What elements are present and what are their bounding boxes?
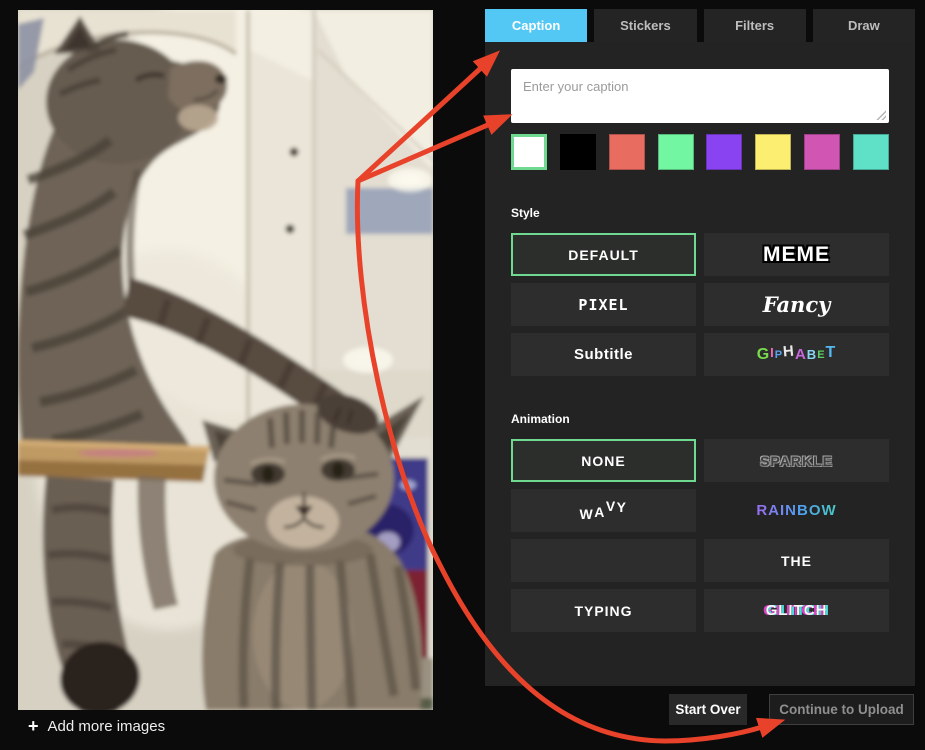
animation-option-glitch[interactable]: GLITCH	[704, 589, 889, 632]
color-swatch-5[interactable]	[755, 134, 791, 170]
tab-caption[interactable]: Caption	[485, 9, 587, 42]
color-swatch-6[interactable]	[804, 134, 840, 170]
style-option-subtitle[interactable]: Subtitle	[511, 333, 696, 376]
animation-option-sparkle[interactable]: SPARKLE	[704, 439, 889, 482]
tab-stickers[interactable]: Stickers	[594, 9, 696, 42]
color-swatch-0[interactable]	[511, 134, 547, 170]
start-over-button[interactable]: Start Over	[669, 694, 747, 725]
continue-to-upload-button[interactable]: Continue to Upload	[769, 694, 914, 725]
tab-filters[interactable]: Filters	[704, 9, 806, 42]
style-section-label: Style	[511, 206, 889, 220]
animation-section-label: Animation	[511, 412, 889, 426]
style-option-giphabet[interactable]: GIPHABET	[704, 333, 889, 376]
style-option-default[interactable]: DEFAULT	[511, 233, 696, 276]
gif-preview-image	[18, 10, 433, 710]
style-option-fancy[interactable]: Fancy	[704, 283, 889, 326]
caption-input-wrap	[511, 69, 889, 123]
animation-option-rainbow[interactable]: RAINBOW	[704, 489, 889, 532]
animation-options-grid: NONESPARKLEWAVYRAINBOW THETYPINGGLITCH	[511, 439, 889, 632]
animation-option-none[interactable]: NONE	[511, 439, 696, 482]
tab-draw[interactable]: Draw	[813, 9, 915, 42]
style-option-pixel[interactable]: PIXEL	[511, 283, 696, 326]
animation-option-typing[interactable]: TYPING	[511, 589, 696, 632]
color-swatch-2[interactable]	[609, 134, 645, 170]
caption-panel: Style DEFAULTMEMEPIXELFancySubtitleGIPHA…	[485, 42, 915, 686]
editor-tabs: CaptionStickersFiltersDraw	[485, 9, 915, 42]
color-swatch-7[interactable]	[853, 134, 889, 170]
color-swatch-4[interactable]	[706, 134, 742, 170]
add-more-images-label: Add more images	[48, 718, 166, 735]
plus-icon: +	[28, 717, 39, 735]
color-swatch-3[interactable]	[658, 134, 694, 170]
caption-input[interactable]	[511, 69, 889, 123]
animation-option-wavy[interactable]: WAVY	[511, 489, 696, 532]
animation-option-empty[interactable]	[511, 539, 696, 582]
style-option-meme[interactable]: MEME	[704, 233, 889, 276]
animation-option-the[interactable]: THE	[704, 539, 889, 582]
add-more-images-button[interactable]: + Add more images	[28, 717, 165, 735]
gif-preview	[18, 10, 433, 710]
style-options-grid: DEFAULTMEMEPIXELFancySubtitleGIPHABET	[511, 233, 889, 376]
caption-color-swatches	[511, 134, 889, 170]
color-swatch-1[interactable]	[560, 134, 596, 170]
